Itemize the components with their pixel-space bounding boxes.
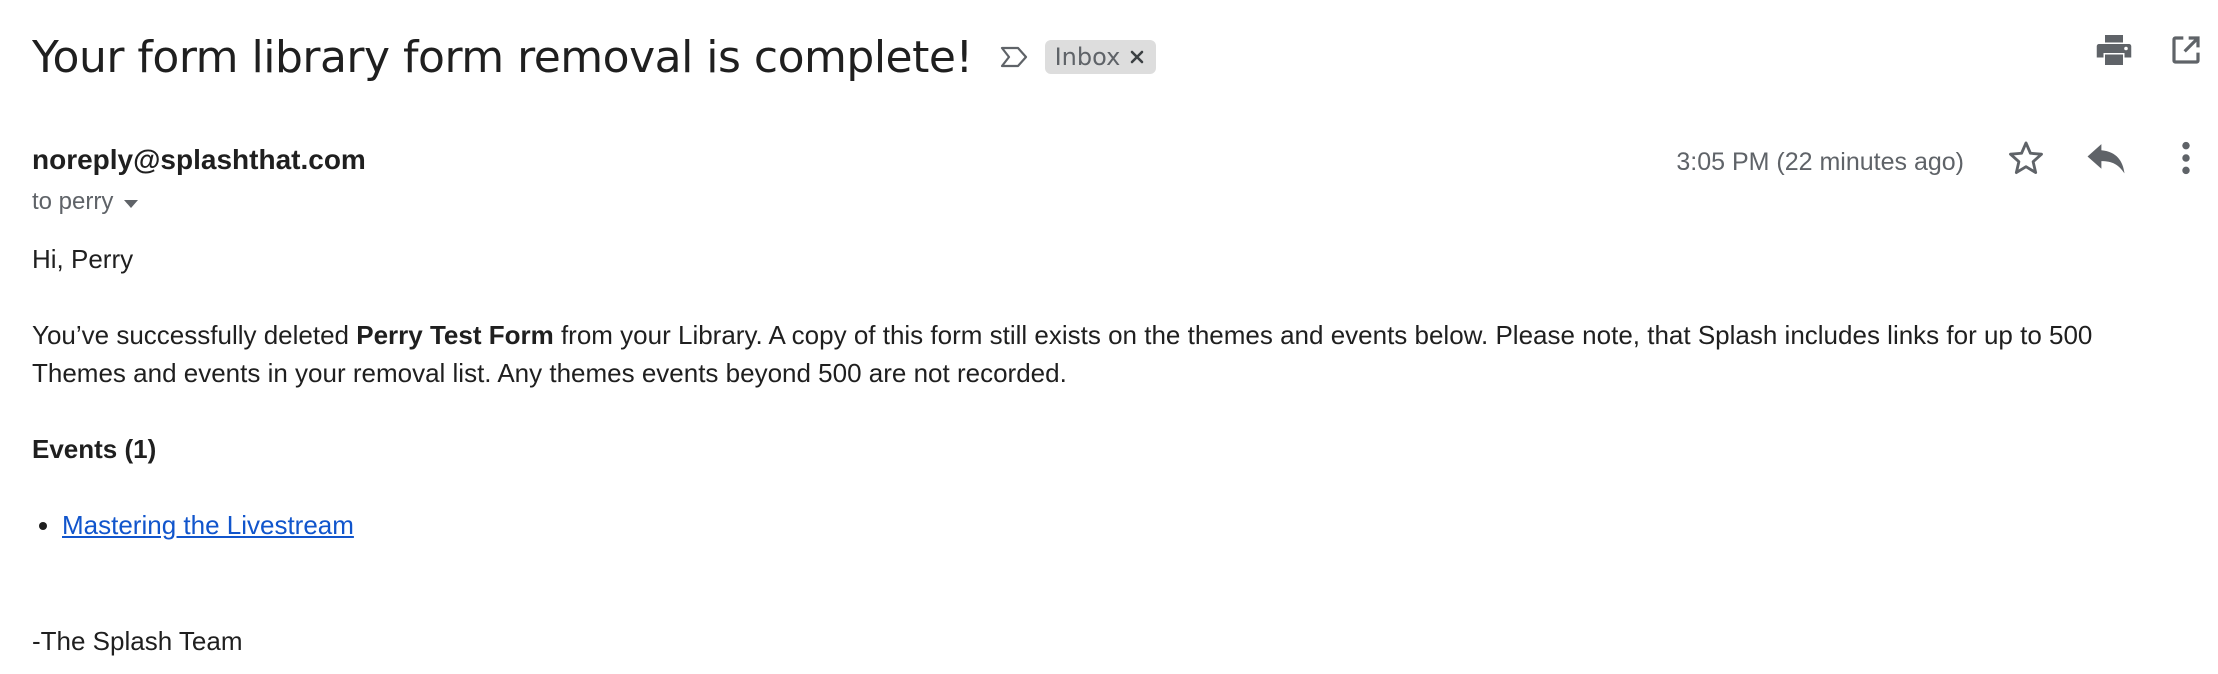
star-icon[interactable] [2006, 138, 2046, 178]
message-actions [2006, 138, 2206, 178]
message-timestamp: 3:05 PM (22 minutes ago) [1676, 148, 1964, 176]
event-link[interactable]: Mastering the Livestream [62, 510, 354, 540]
thread-actions [2094, 30, 2206, 70]
events-heading: Events (1) [32, 434, 157, 464]
label-chip-text: Inbox [1054, 43, 1121, 71]
para-prefix: You’ve successfully deleted [32, 320, 357, 350]
reply-icon[interactable] [2086, 138, 2126, 178]
caret-down-icon[interactable] [123, 188, 139, 216]
list-item: Mastering the Livestream [62, 506, 2128, 544]
message-body: Hi, Perry You’ve successfully deleted Pe… [32, 240, 2128, 660]
print-icon[interactable] [2094, 30, 2134, 70]
email-subject: Your form library form removal is comple… [32, 31, 973, 83]
sender-address: noreply@splashthat.com [32, 144, 366, 175]
events-list: Mastering the Livestream [32, 506, 2128, 544]
signoff: -The Splash Team [32, 626, 243, 656]
close-icon[interactable] [1128, 48, 1146, 66]
recipient-details-toggle[interactable]: to perry [32, 188, 139, 216]
subject-row: Your form library form removal is comple… [32, 22, 2186, 92]
greeting: Hi, Perry [32, 244, 134, 274]
open-in-new-window-icon[interactable] [2166, 30, 2206, 70]
deleted-form-name: Perry Test Form [356, 320, 554, 350]
more-vert-icon[interactable] [2166, 138, 2206, 178]
importance-marker-icon[interactable] [997, 40, 1031, 74]
recipient-line: to perry [32, 188, 114, 215]
body-paragraph: You’ve successfully deleted Perry Test F… [32, 316, 2128, 392]
inbox-label-chip: Inbox [1044, 40, 1157, 74]
